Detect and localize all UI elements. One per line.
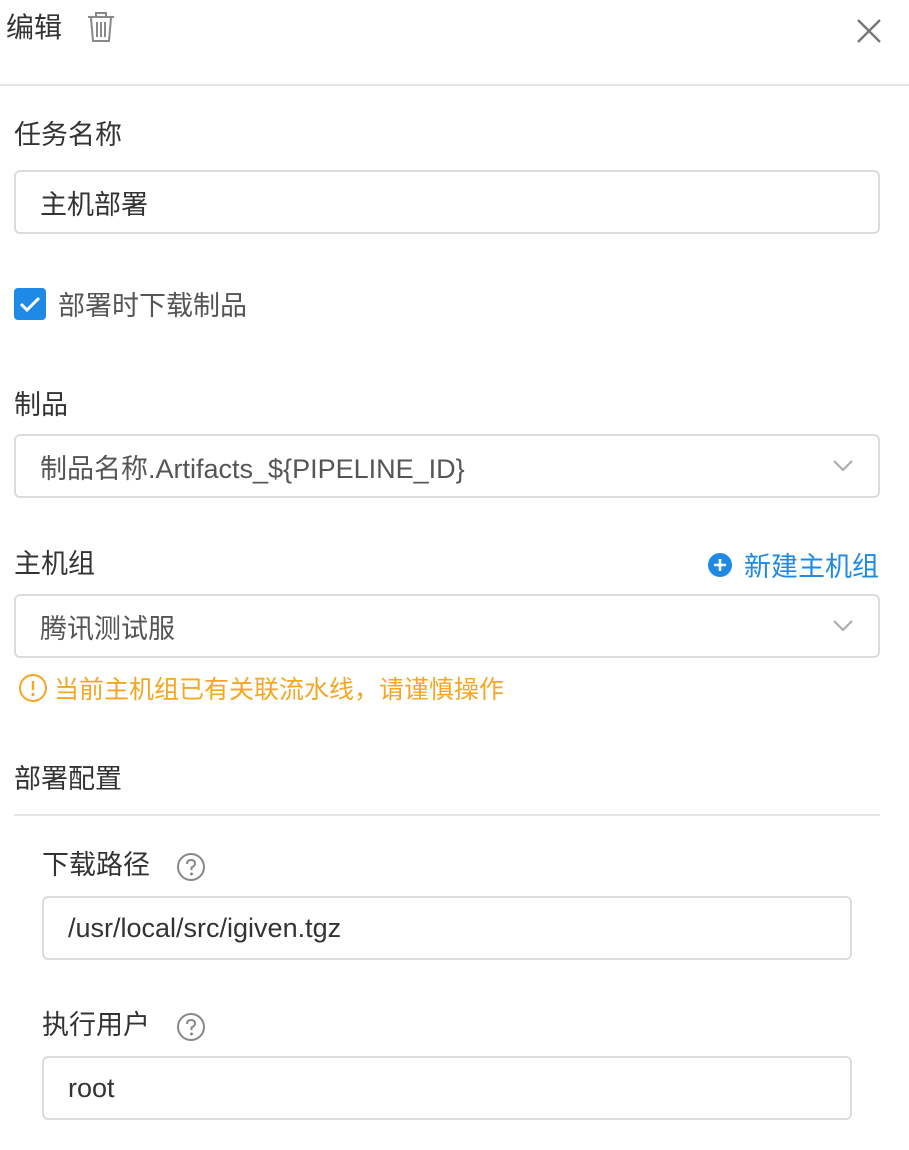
panel-header: 编辑: [0, 0, 909, 86]
download-artifact-checkbox[interactable]: [14, 287, 46, 320]
chevron-down-icon: [833, 460, 853, 472]
download-artifact-label: 部署时下载制品: [58, 291, 247, 321]
exec-user-label-row: 执行用户: [42, 1007, 206, 1043]
warning-text: 当前主机组已有关联流水线，请谨慎操作: [54, 676, 505, 704]
artifact-selected-value: 制品名称.Artifacts_${PIPELINE_ID}: [40, 453, 465, 484]
warning-icon: [19, 674, 47, 702]
host-group-label: 主机组: [14, 549, 95, 579]
task-name-value: 主机部署: [40, 189, 148, 220]
task-name-input[interactable]: 主机部署: [14, 170, 880, 234]
host-group-warning: 当前主机组已有关联流水线，请谨慎操作: [18, 670, 504, 706]
plus-circle-icon: [708, 552, 732, 577]
trash-icon[interactable]: [84, 10, 118, 44]
artifact-label: 制品: [14, 390, 68, 420]
task-name-label: 任务名称: [14, 120, 122, 150]
edit-panel: 编辑 任务名称 主机部署 部署时下载制品 制品 制品名称.Artifacts_$…: [0, 0, 909, 1150]
artifact-select[interactable]: 制品名称.Artifacts_${PIPELINE_ID}: [14, 434, 880, 498]
chevron-down-icon: [833, 620, 853, 632]
help-icon[interactable]: [176, 1012, 206, 1042]
exec-user-input[interactable]: root: [42, 1056, 852, 1120]
checkmark-icon: [19, 296, 41, 312]
deploy-config-title: 部署配置: [14, 764, 122, 794]
help-icon[interactable]: [176, 852, 206, 882]
new-host-group-label: 新建主机组: [744, 552, 879, 582]
download-path-input[interactable]: /usr/local/src/igiven.tgz: [42, 896, 852, 960]
exec-user-value: root: [68, 1072, 115, 1103]
host-group-selected-value: 腾讯测试服: [40, 613, 175, 644]
download-path-label: 下载路径: [42, 850, 150, 880]
download-path-value: /usr/local/src/igiven.tgz: [68, 912, 342, 943]
panel-title: 编辑: [6, 12, 63, 43]
host-group-select[interactable]: 腾讯测试服: [14, 594, 880, 658]
close-icon[interactable]: [852, 14, 886, 48]
download-artifact-checkbox-row[interactable]: 部署时下载制品: [14, 284, 247, 323]
section-divider: [14, 814, 880, 816]
download-path-label-row: 下载路径: [42, 847, 206, 883]
new-host-group-button[interactable]: 新建主机组: [708, 545, 879, 584]
exec-user-label: 执行用户: [42, 1010, 150, 1040]
